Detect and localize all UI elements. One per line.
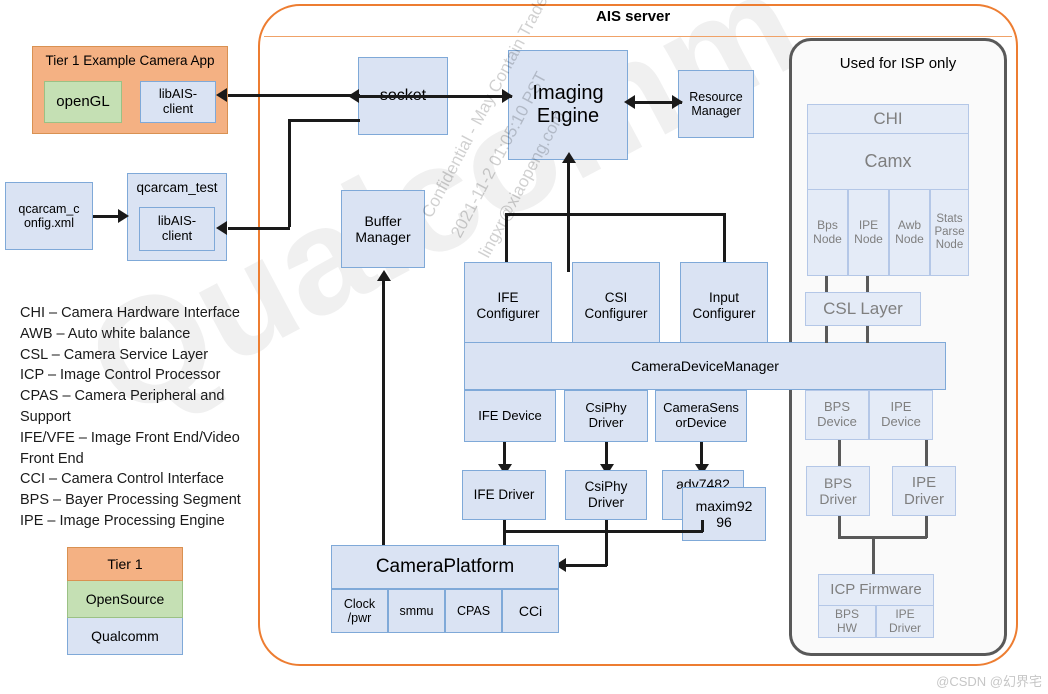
arrowhead-config-to-test (118, 209, 129, 223)
arrowhead-buffer-manager (377, 270, 391, 281)
legend-abbreviations: CHI – Camera Hardware Interface AWB – Au… (20, 303, 256, 532)
ife-device-block[interactable]: IFE Device (464, 390, 556, 442)
tier1-libais-client-block[interactable]: libAIS- client (140, 81, 216, 123)
connector-csl-cdm-1 (825, 326, 828, 343)
bps-device-block[interactable]: BPS Device (805, 390, 869, 440)
arrowhead-tier1-libais (216, 88, 227, 102)
qcarcam-config-xml-block[interactable]: qcarcam_c onfig.xml (5, 182, 93, 250)
smmu-block[interactable]: smmu (388, 589, 445, 633)
qcarcam-test-libais-client-block[interactable]: libAIS- client (139, 207, 215, 251)
stats-parse-node-block[interactable]: Stats Parse Node (930, 190, 969, 276)
csl-layer-block[interactable]: CSL Layer (805, 292, 921, 326)
arrowhead-imaging-right (624, 95, 635, 109)
csdn-attribution: @CSDN @幻界宅 (936, 674, 1042, 689)
input-configurer-block[interactable]: Input Configurer (680, 262, 768, 350)
arrowhead-imaging-bus (562, 152, 576, 163)
cpas-block[interactable]: CPAS (445, 589, 502, 633)
connector-drivers-icp-h (838, 536, 927, 539)
csiphy-driver-device-block[interactable]: CsiPhy Driver (564, 390, 648, 442)
ais-server-title: AIS server (596, 8, 671, 25)
ipe-driver-hw-block[interactable]: IPE Driver (876, 606, 934, 638)
connector-csl-cdm-2 (866, 326, 869, 343)
bps-hw-block[interactable]: BPS HW (818, 606, 876, 638)
color-key-tier1: Tier 1 (67, 547, 183, 581)
connector-advdrv-v (701, 520, 704, 532)
legend-line: CPAS – Camera Peripheral and Support (20, 388, 225, 425)
arrowhead-resource-left (672, 95, 683, 109)
bps-driver-block[interactable]: BPS Driver (806, 466, 870, 516)
connector-bus-to-ife-config (505, 213, 508, 263)
connector-socket-test-v (288, 119, 291, 227)
legend-line: CHI – Camera Hardware Interface (20, 305, 240, 321)
connector-icp-v (872, 536, 875, 574)
connector-bpsdrv-down (838, 516, 841, 538)
buffer-manager-block[interactable]: Buffer Manager (341, 190, 425, 268)
ipe-device-block[interactable]: IPE Device (869, 390, 933, 440)
chi-block[interactable]: CHI (807, 104, 969, 134)
connector-imaging-bus-v (567, 160, 570, 272)
connector-drivers-bus-h (503, 530, 703, 533)
connector-bpsdev-bpsdrv (838, 440, 841, 466)
connector-socket-test-h2 (228, 227, 290, 230)
connector-bus-to-input-config (723, 213, 726, 263)
clock-pwr-block[interactable]: Clock /pwr (331, 589, 388, 633)
legend-line: IPE – Image Processing Engine (20, 512, 225, 529)
ife-driver-block[interactable]: IFE Driver (462, 470, 546, 520)
legend-line: AWB – Auto white balance (20, 325, 191, 342)
legend-line: ICP – Image Control Processor (20, 367, 221, 384)
arrowhead-test-libais (216, 221, 227, 235)
tier1-app-title: Tier 1 Example Camera App (45, 53, 215, 69)
maxim9296-block[interactable]: maxim92 96 (682, 487, 766, 541)
resource-manager-block[interactable]: Resource Manager (678, 70, 754, 138)
connector-ipedrv-down (925, 516, 928, 538)
icp-firmware-block[interactable]: ICP Firmware (818, 574, 934, 606)
camx-block[interactable]: Camx (807, 134, 969, 190)
connector-configurer-bus-h (505, 213, 725, 216)
color-key-qualcomm: Qualcomm (67, 618, 183, 655)
connector-config-to-test (93, 215, 119, 218)
ipe-driver-block[interactable]: IPE Driver (892, 466, 956, 516)
imaging-engine-block[interactable]: Imaging Engine (508, 50, 628, 160)
legend-line: CCI – Camera Control Interface (20, 471, 224, 488)
arrowhead-imaging-left (502, 89, 513, 103)
connector-socket-test-h1 (288, 119, 360, 122)
legend-line: BPS – Bayer Processing Segment (20, 492, 241, 509)
connector-platform-buffer (382, 278, 385, 550)
awb-node-block[interactable]: Awb Node (889, 190, 930, 276)
diagram-canvas: Qualcomm AIS server Used for ISP only Ti… (0, 0, 1048, 694)
color-key-opensource: OpenSource (67, 581, 183, 618)
ipe-node-block[interactable]: IPE Node (848, 190, 889, 276)
bps-node-block[interactable]: Bps Node (807, 190, 848, 276)
ais-server-divider (264, 36, 1012, 37)
camera-platform-block[interactable]: CameraPlatform (331, 545, 559, 589)
connector-ipenode-csl (866, 276, 869, 292)
connector-csiphydrv-v (605, 520, 608, 566)
qcarcam-test-title: qcarcam_test (136, 180, 218, 196)
legend-line: IFE/VFE – Image Front End/Video Front En… (20, 429, 240, 467)
legend-line: CSL – Camera Service Layer (20, 346, 209, 363)
connector-socket-imaging (352, 95, 512, 98)
connector-bpsnode-csl (825, 276, 828, 292)
cci-block[interactable]: CCi (502, 589, 559, 633)
connector-to-platform-h (565, 564, 607, 567)
camera-device-manager-block[interactable]: CameraDeviceManager (464, 342, 946, 390)
camera-sensor-device-block[interactable]: CameraSens orDevice (655, 390, 747, 442)
connector-ipedev-ipedrv (925, 440, 928, 466)
csi-configurer-block[interactable]: CSI Configurer (572, 262, 660, 350)
isp-panel-title: Used for ISP only (839, 55, 957, 73)
connector-ifedrv-v (503, 520, 506, 548)
connector-socket-tier1 (228, 94, 360, 97)
opengl-block[interactable]: openGL (44, 81, 122, 123)
csiphy-driver-block[interactable]: CsiPhy Driver (565, 470, 647, 520)
ife-configurer-block[interactable]: IFE Configurer (464, 262, 552, 350)
